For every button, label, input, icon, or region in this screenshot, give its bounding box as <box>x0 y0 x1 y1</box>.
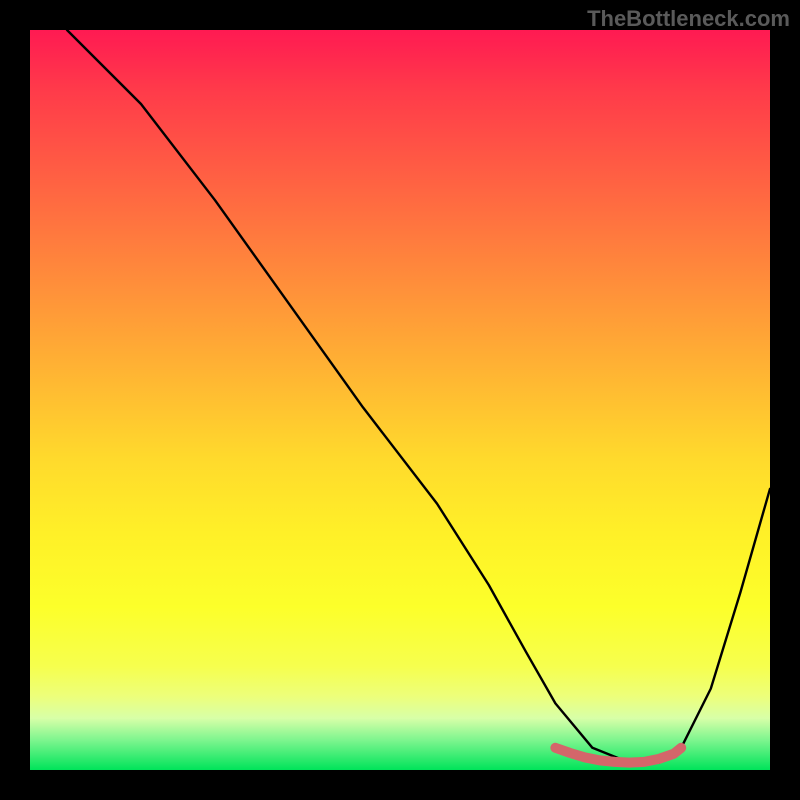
chart-container: TheBottleneck.com <box>0 0 800 800</box>
bottom-band <box>555 748 681 763</box>
chart-svg <box>30 30 770 770</box>
watermark-text: TheBottleneck.com <box>587 6 790 32</box>
bottleneck-curve <box>67 30 770 763</box>
